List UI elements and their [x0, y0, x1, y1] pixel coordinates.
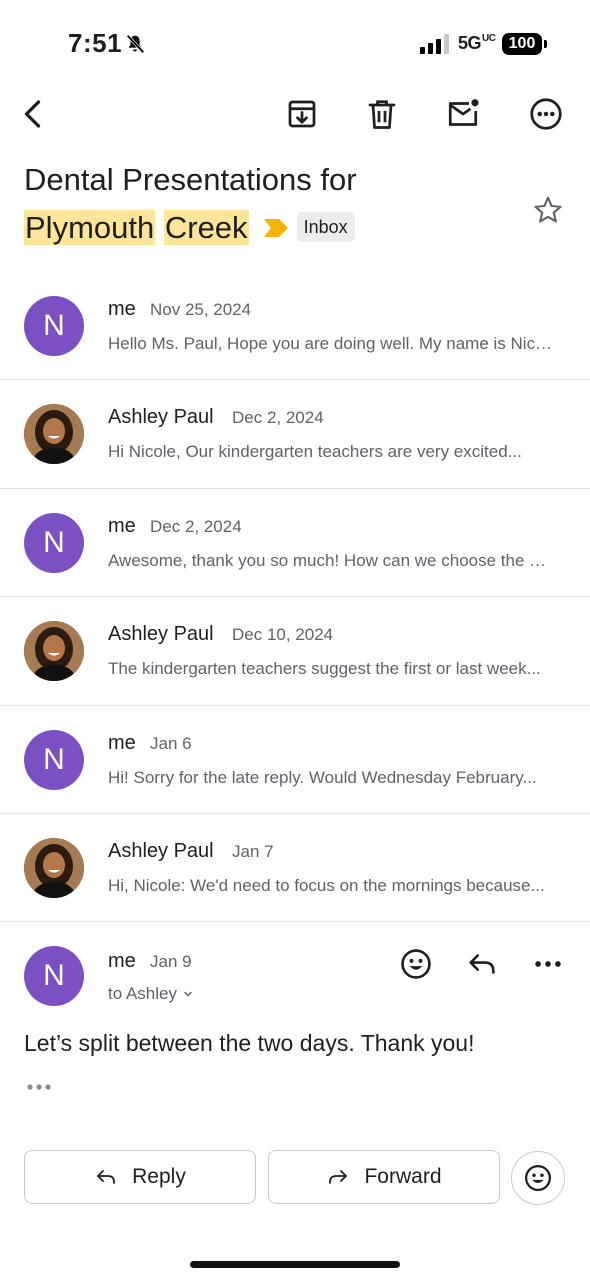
avatar — [24, 404, 84, 465]
reply-icon — [97, 1170, 116, 1184]
avatar — [24, 837, 84, 898]
more-horizontal-circle-icon — [530, 98, 562, 130]
message-snippet: Hello Ms. Paul, Hope you are doing well.… — [108, 334, 554, 353]
home-indicator[interactable] — [190, 1261, 400, 1268]
message-more-button[interactable] — [528, 944, 568, 984]
emoji-icon — [401, 949, 431, 979]
thread-message[interactable]: N me Dec 2, 2024 Awesome, thank you so m… — [0, 489, 590, 598]
sender-name: Ashley Paul — [108, 406, 214, 429]
cellular-signal-icon — [420, 34, 449, 54]
message-date: Nov 25, 2024 — [150, 300, 252, 319]
more-options-button[interactable] — [526, 94, 566, 134]
subject-line-2: Plymouth Creek Inbox — [24, 204, 504, 252]
thread-message[interactable]: Ashley Paul Jan 7 Hi, Nicole: We'd need … — [0, 814, 590, 923]
profile-photo — [24, 837, 84, 898]
message-snippet: The kindergarten teachers suggest the fi… — [108, 659, 541, 679]
forward-icon — [329, 1170, 348, 1184]
forward-button[interactable]: Forward — [268, 1150, 500, 1204]
profile-photo — [24, 621, 84, 682]
sender-name: me — [108, 298, 136, 320]
email-subject: Dental Presentations for Plymouth Creek I… — [24, 156, 504, 252]
network-type: 5GUC — [458, 33, 496, 53]
recipient-text: to Ashley — [108, 984, 177, 1003]
battery-indicator: 100 — [502, 33, 547, 55]
thread-list: N me Nov 25, 2024 Hello Ms. Paul, Hope y… — [0, 272, 590, 923]
react-emoji-button[interactable] — [396, 944, 436, 984]
back-button[interactable] — [14, 94, 54, 134]
sender-name: me — [108, 514, 136, 537]
subject-highlight-word: Creek — [163, 210, 249, 245]
thread-message[interactable]: Ashley Paul Dec 2, 2024 Hi Nicole, Our k… — [0, 380, 590, 489]
message-date: Jan 7 — [232, 841, 274, 861]
message-snippet: Hi, Nicole: We'd need to focus on the mo… — [108, 875, 545, 895]
avatar: N — [24, 946, 84, 1006]
avatar: N — [24, 729, 84, 790]
expanded-message: N me Jan 9 to Ashley Let’s split between… — [0, 924, 590, 1124]
mark-unread-button[interactable] — [443, 94, 483, 134]
react-emoji-bottom-button[interactable] — [511, 1151, 565, 1205]
forward-label: Forward — [364, 1165, 442, 1188]
delete-button[interactable] — [362, 94, 402, 134]
profile-photo — [24, 404, 84, 465]
emoji-icon — [525, 1165, 551, 1191]
sender-name: me — [108, 731, 136, 754]
more-horizontal-icon — [535, 961, 561, 967]
message-date: Dec 2, 2024 — [232, 408, 324, 428]
reply-icon — [469, 954, 495, 974]
avatar: N — [24, 512, 84, 573]
subject-highlight-word: Plymouth — [24, 210, 156, 245]
archive-icon — [288, 100, 316, 128]
reply-icon-button[interactable] — [462, 944, 502, 984]
message-body: Let’s split between the two days. Thank … — [24, 1030, 475, 1056]
inbox-label-chip[interactable]: Inbox — [296, 211, 355, 242]
sender-name: Ashley Paul — [108, 623, 214, 646]
recipient-details-toggle[interactable]: to Ashley — [108, 984, 193, 1004]
show-trimmed-content-icon[interactable] — [26, 1080, 52, 1094]
reply-label: Reply — [132, 1165, 186, 1188]
mail-unread-icon — [448, 99, 479, 126]
message-date: Dec 10, 2024 — [232, 625, 334, 645]
subject-line-1: Dental Presentations for — [24, 162, 357, 197]
message-date: Dec 2, 2024 — [150, 516, 242, 536]
message-snippet: Awesome, thank you so much! How can we c… — [108, 550, 554, 570]
sender-name: me — [108, 950, 136, 972]
bottom-actions: Reply Forward — [0, 1150, 590, 1206]
message-date: Jan 6 — [150, 733, 192, 753]
status-bar: 7:51 5GUC 100 — [0, 0, 590, 88]
thread-message[interactable]: Ashley Paul Dec 10, 2024 The kindergarte… — [0, 597, 590, 706]
status-time: 7:51 — [68, 28, 123, 58]
avatar: N — [24, 296, 84, 356]
star-icon[interactable] — [532, 194, 564, 226]
sender-name: Ashley Paul — [108, 839, 214, 862]
message-snippet: Hi Nicole, Our kindergarten teachers are… — [108, 442, 522, 462]
chevron-down-icon — [184, 991, 192, 997]
trash-icon — [368, 100, 396, 129]
avatar — [24, 621, 84, 682]
reply-button[interactable]: Reply — [24, 1150, 256, 1204]
bell-off-icon — [126, 34, 145, 54]
chevron-left-icon — [24, 100, 41, 128]
importance-marker-icon — [263, 218, 288, 237]
email-toolbar — [0, 88, 590, 140]
message-snippet: Hi! Sorry for the late reply. Would Wedn… — [108, 767, 537, 787]
message-date: Jan 9 — [150, 952, 192, 971]
thread-message[interactable]: N me Jan 6 Hi! Sorry for the late reply.… — [0, 706, 590, 814]
thread-message[interactable]: N me Nov 25, 2024 Hello Ms. Paul, Hope y… — [0, 272, 590, 381]
archive-button[interactable] — [282, 94, 322, 134]
